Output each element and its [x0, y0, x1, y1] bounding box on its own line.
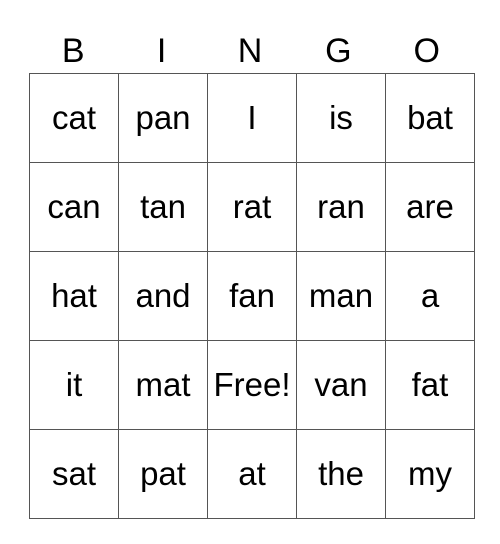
- bingo-cell: cat: [29, 73, 119, 163]
- bingo-cell: rat: [207, 162, 297, 252]
- bingo-cell: a: [385, 251, 475, 341]
- grid-row: can tan rat ran are: [29, 162, 475, 252]
- header-letter-o: O: [413, 32, 440, 70]
- bingo-cell: fat: [385, 340, 475, 430]
- bingo-cell: my: [385, 429, 475, 519]
- header-letter-b: B: [61, 32, 85, 70]
- bingo-cell: ran: [296, 162, 386, 252]
- bingo-cell: van: [296, 340, 386, 430]
- bingo-card-grid: cat pan I is bat can tan rat ran are hat…: [29, 73, 475, 519]
- header-letter-n: N: [237, 32, 263, 70]
- bingo-header: B I N G O: [29, 30, 471, 73]
- grid-row: sat pat at the my: [29, 429, 475, 519]
- grid-row: hat and fan man a: [29, 251, 475, 341]
- bingo-cell: mat: [118, 340, 208, 430]
- bingo-cell: tan: [118, 162, 208, 252]
- bingo-cell: at: [207, 429, 297, 519]
- bingo-cell: I: [207, 73, 297, 163]
- bingo-cell: can: [29, 162, 119, 252]
- bingo-cell: fan: [207, 251, 297, 341]
- free-space-cell: Free!: [207, 340, 297, 430]
- bingo-cell: the: [296, 429, 386, 519]
- bingo-cell: pan: [118, 73, 208, 163]
- bingo-cell: it: [29, 340, 119, 430]
- bingo-cell: sat: [29, 429, 119, 519]
- bingo-cell: and: [118, 251, 208, 341]
- bingo-cell: bat: [385, 73, 475, 163]
- bingo-cell: man: [296, 251, 386, 341]
- bingo-cell: are: [385, 162, 475, 252]
- bingo-cell: hat: [29, 251, 119, 341]
- header-letter-g: G: [325, 32, 352, 70]
- bingo-cell: is: [296, 73, 386, 163]
- grid-row: it mat Free! van fat: [29, 340, 475, 430]
- header-letter-i: I: [156, 32, 167, 70]
- bingo-cell: pat: [118, 429, 208, 519]
- grid-row: cat pan I is bat: [29, 73, 475, 163]
